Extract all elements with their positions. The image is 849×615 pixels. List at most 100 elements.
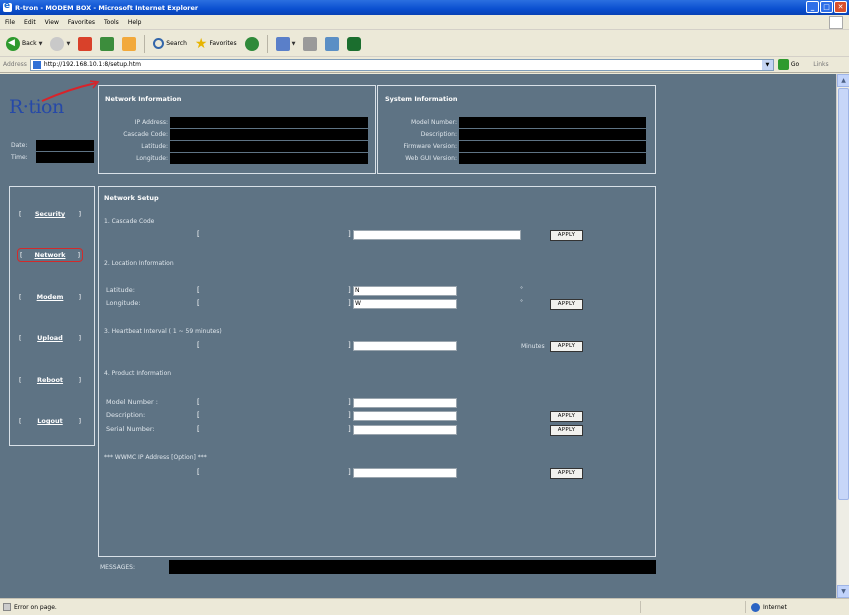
latitude-degree-symbol: ° (520, 286, 523, 293)
address-bar: Address http://192.168.10.1:8/setup.htm … (0, 57, 849, 73)
bracket-close: ] (348, 299, 351, 307)
wwmc-apply-button[interactable]: APPLY (550, 468, 583, 479)
go-arrow-icon (777, 59, 789, 70)
longitude-input[interactable]: W (353, 299, 457, 309)
address-input[interactable]: http://192.168.10.1:8/setup.htm ▼ (29, 58, 774, 71)
bracket-close: ] (348, 411, 351, 419)
nav-upload[interactable]: [ Upload] (17, 331, 83, 345)
nav-upload-label[interactable]: Upload (37, 334, 63, 342)
forward-button[interactable]: ▼ (48, 34, 72, 54)
network-info-title: Network Information (105, 95, 182, 103)
cascade-code-input[interactable] (353, 230, 521, 240)
nav-reboot-label[interactable]: Reboot (37, 376, 63, 384)
date-label: Date: (11, 142, 28, 149)
nav-modem-label[interactable]: Modem (37, 293, 64, 301)
system-info-title: System Information (385, 95, 458, 103)
scroll-down-icon[interactable]: ▼ (837, 585, 849, 598)
menu-edit[interactable]: Edit (24, 19, 36, 26)
nav-reboot[interactable]: [ Reboot] (17, 373, 83, 387)
status-text[interactable]: Error on page. (14, 604, 57, 611)
history-button[interactable] (243, 34, 261, 54)
globe-icon (751, 602, 760, 612)
description-apply-button[interactable]: APPLY (550, 411, 583, 422)
latitude-label: Latitude: (106, 286, 135, 294)
product-section-title: 4. Product Information (104, 370, 172, 377)
mail-dropdown-icon[interactable]: ▼ (292, 41, 296, 47)
bracket-open: [ (197, 425, 200, 433)
bracket-open: [ (19, 210, 22, 218)
scroll-up-icon[interactable]: ▲ (837, 74, 849, 87)
favorites-button[interactable]: ★ Favorites (193, 34, 239, 54)
scroll-thumb[interactable] (838, 88, 849, 500)
location-apply-button[interactable]: APPLY (550, 299, 583, 310)
nav-network-label[interactable]: Network (35, 251, 66, 259)
latitude-input[interactable]: N (353, 286, 457, 296)
mail-button[interactable]: ▼ (274, 34, 298, 54)
menu-help[interactable]: Help (128, 19, 142, 26)
links-button[interactable]: Links (813, 61, 828, 68)
back-dropdown-icon[interactable]: ▼ (39, 41, 43, 47)
nav-logout[interactable]: [Logout] (17, 414, 83, 428)
rtron-logo: R·tion (9, 96, 64, 118)
close-button[interactable]: ✕ (834, 1, 847, 13)
address-label: Address (3, 61, 27, 68)
network-setup-panel (98, 186, 656, 557)
bracket-open: [ (197, 398, 200, 406)
messenger-button[interactable] (345, 34, 363, 54)
nav-security[interactable]: [Security] (17, 207, 83, 221)
model-number-input[interactable] (353, 398, 457, 408)
forward-dropdown-icon[interactable]: ▼ (66, 41, 70, 47)
heartbeat-apply-button[interactable]: APPLY (550, 341, 583, 352)
time-label: Time: (11, 154, 28, 161)
toolbar-separator (266, 34, 268, 53)
ie-icon (3, 1, 12, 12)
latitude-info-value (170, 141, 368, 152)
minutes-label: Minutes (521, 343, 545, 350)
cascade-code-apply-button[interactable]: APPLY (550, 230, 583, 241)
latitude-info-label: Latitude: (141, 143, 168, 150)
edit-button[interactable] (323, 34, 341, 54)
search-button[interactable]: Search (151, 34, 189, 54)
nav-logout-label[interactable]: Logout (37, 417, 62, 425)
print-button[interactable] (301, 34, 319, 54)
window-title: R-tron - MODEM BOX - Microsoft Internet … (15, 3, 199, 12)
bracket-open: [ (19, 376, 22, 384)
menu-view[interactable]: View (45, 19, 59, 26)
bracket-open: [ (19, 334, 22, 342)
minimize-button[interactable]: _ (806, 1, 819, 13)
serial-number-input[interactable] (353, 425, 457, 435)
nav-modem[interactable]: [Modem] (17, 290, 83, 304)
favorites-label: Favorites (209, 40, 237, 47)
bracket-open: [ (19, 293, 22, 301)
go-button[interactable]: Go (777, 59, 799, 70)
refresh-button[interactable] (98, 34, 116, 54)
vertical-scrollbar[interactable]: ▲ ▼ (836, 74, 849, 598)
wwmc-ip-input[interactable] (353, 468, 457, 478)
maximize-button[interactable]: □ (820, 1, 833, 13)
menu-favorites[interactable]: Favorites (68, 19, 95, 26)
system-info-panel: System Information Model Number: Descrip… (377, 85, 656, 174)
security-zone: Internet (745, 601, 787, 613)
stop-button[interactable] (76, 34, 94, 54)
back-button[interactable]: Back ▼ (4, 34, 44, 54)
address-dropdown-icon[interactable]: ▼ (761, 59, 773, 70)
web-gui-version-value (459, 153, 646, 164)
bracket-open: [ (19, 417, 22, 425)
description-info-value (459, 129, 646, 140)
description-input[interactable] (353, 411, 457, 421)
home-button[interactable] (120, 34, 138, 54)
back-arrow-icon (6, 36, 20, 51)
error-icon[interactable] (3, 603, 11, 611)
heartbeat-interval-input[interactable] (353, 341, 457, 351)
back-label: Back (22, 40, 37, 47)
bracket-open: [ (20, 251, 23, 259)
firmware-version-label: Firmware Version: (403, 143, 458, 150)
nav-network[interactable]: [Network] (17, 248, 83, 262)
menu-file[interactable]: File (5, 19, 15, 26)
serial-number-apply-button[interactable]: APPLY (550, 425, 583, 436)
menu-tools[interactable]: Tools (104, 19, 119, 26)
ip-address-label: IP Address: (134, 119, 168, 126)
bracket-close: ] (78, 376, 81, 384)
bracket-close: ] (78, 334, 81, 342)
nav-security-label[interactable]: Security (35, 210, 65, 218)
